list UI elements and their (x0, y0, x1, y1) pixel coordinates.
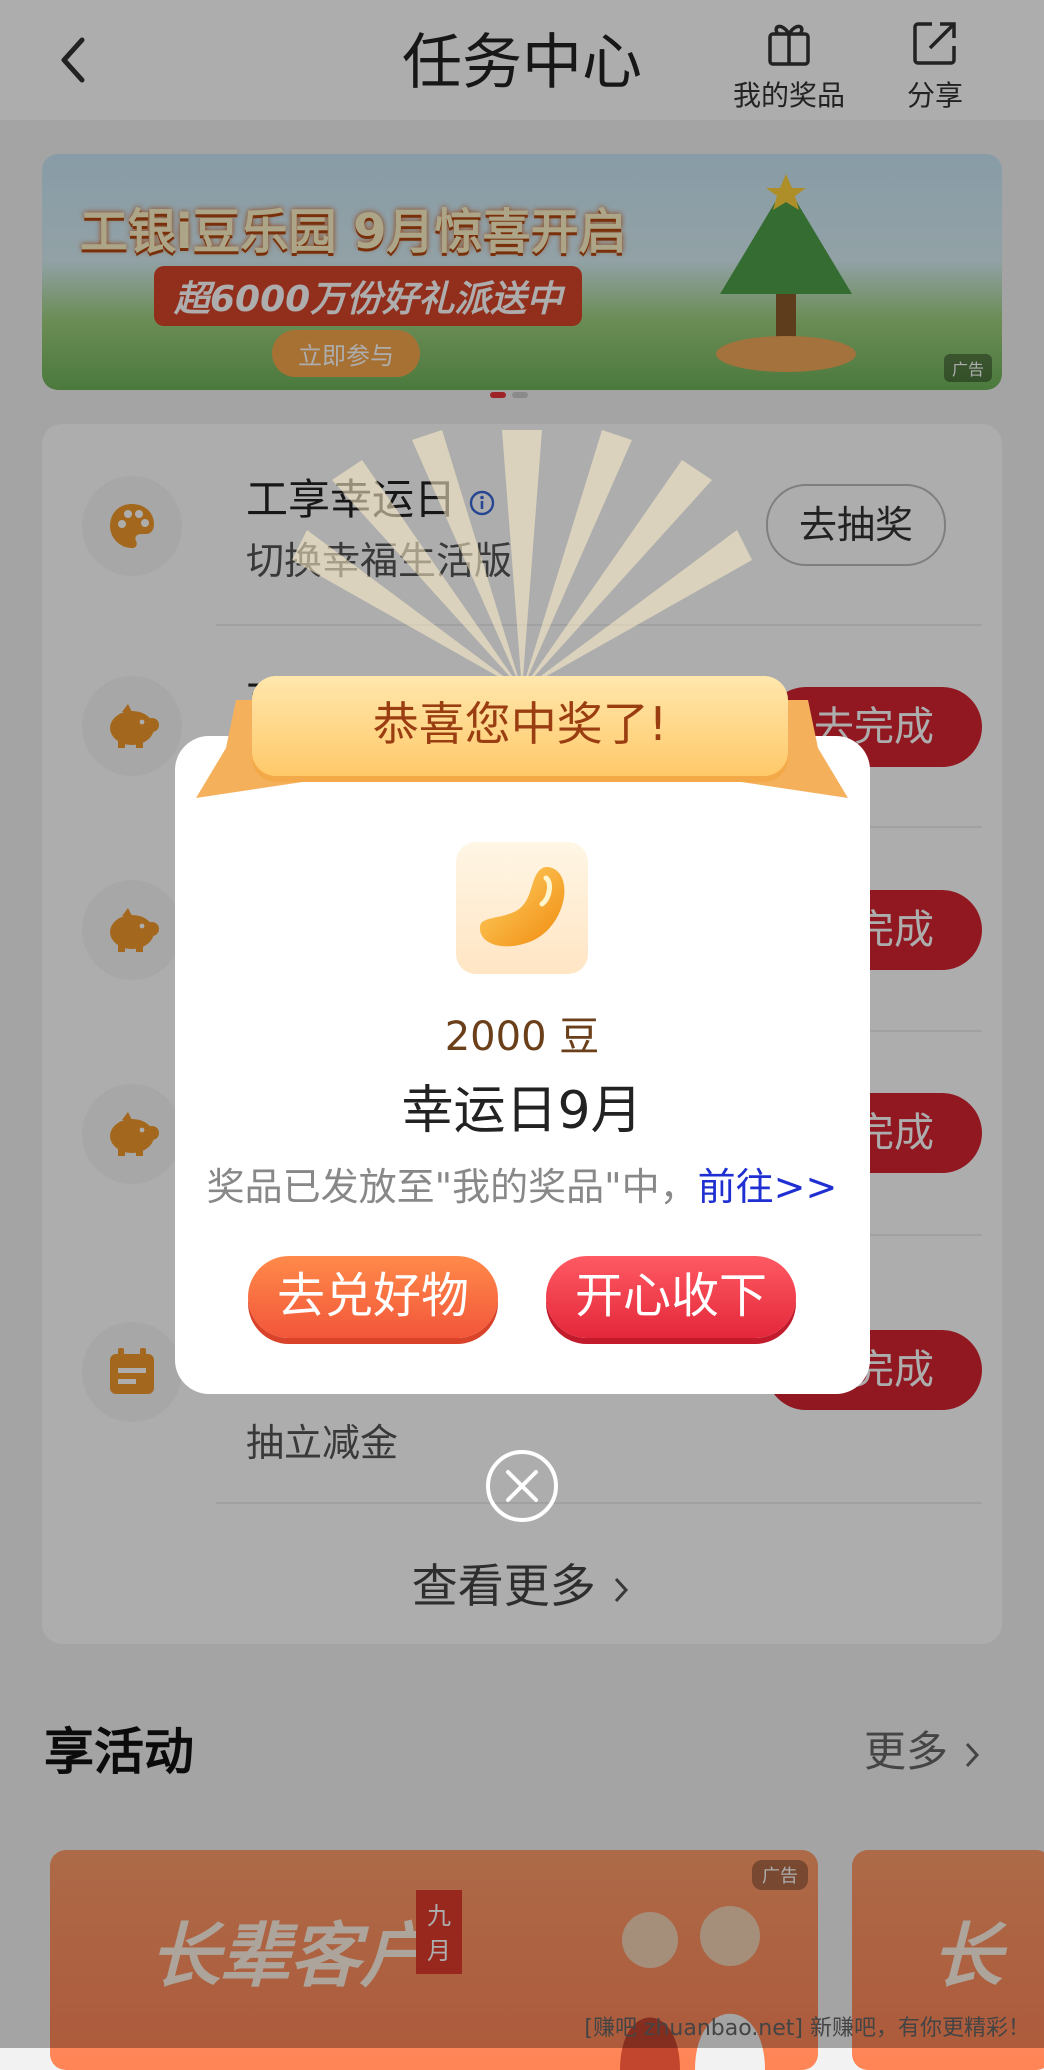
go-to-prizes-link[interactable]: 前往>> (698, 1165, 838, 1209)
close-icon[interactable] (484, 1448, 560, 1524)
bean-icon (456, 842, 588, 974)
watermark: [赚吧 zhuanbao.net] 新赚吧，有你更精彩！ (584, 2016, 1030, 2041)
redeem-goods-button[interactable]: 去兑好物 (248, 1256, 498, 1338)
prize-name: 幸运日9月 (401, 1081, 643, 1141)
prize-note: 奖品已发放至"我的奖品"中，前往>> (206, 1165, 838, 1209)
accept-button[interactable]: 开心收下 (546, 1256, 796, 1338)
prize-amount: 2000 豆 (444, 1014, 600, 1060)
congrats-title: 恭喜您中奖了! (372, 697, 668, 751)
light-rays (292, 430, 752, 690)
